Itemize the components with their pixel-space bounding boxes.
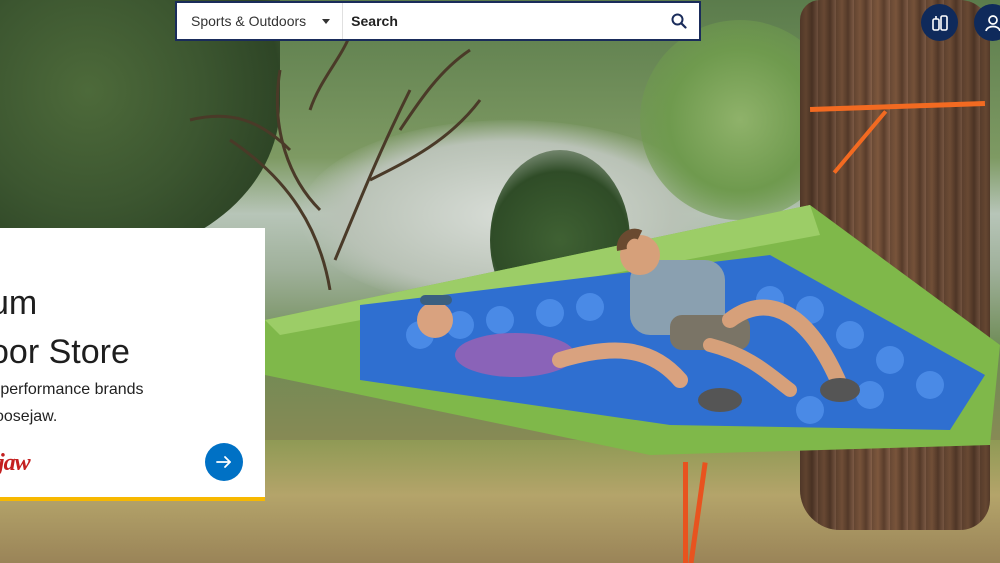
- promo-subtitle-line2: oosejaw.: [0, 408, 58, 425]
- arrow-right-icon: [216, 456, 231, 468]
- lists-icon: [931, 14, 948, 31]
- search-bar: Sports & Outdoors: [175, 1, 701, 41]
- tree-tent-hammock: [265, 205, 1000, 455]
- caret-down-icon: [322, 18, 331, 24]
- search-input[interactable]: [343, 3, 659, 39]
- promo-title-line1: um: [0, 284, 38, 322]
- promo-title-line2: oor Store: [0, 333, 130, 371]
- search-icon: [671, 13, 687, 29]
- lists-button[interactable]: [921, 4, 958, 41]
- brand-logo: jaw: [0, 450, 31, 476]
- account-icon: [984, 14, 1000, 31]
- card-accent-bar: [0, 497, 265, 501]
- search-button[interactable]: [659, 3, 699, 39]
- hammock-stake: [683, 462, 688, 563]
- promo-next-button[interactable]: [205, 443, 243, 481]
- department-label: Sports & Outdoors: [191, 13, 307, 29]
- department-dropdown[interactable]: Sports & Outdoors: [177, 3, 344, 39]
- promo-subtitle-line1: -performance brands: [0, 381, 144, 398]
